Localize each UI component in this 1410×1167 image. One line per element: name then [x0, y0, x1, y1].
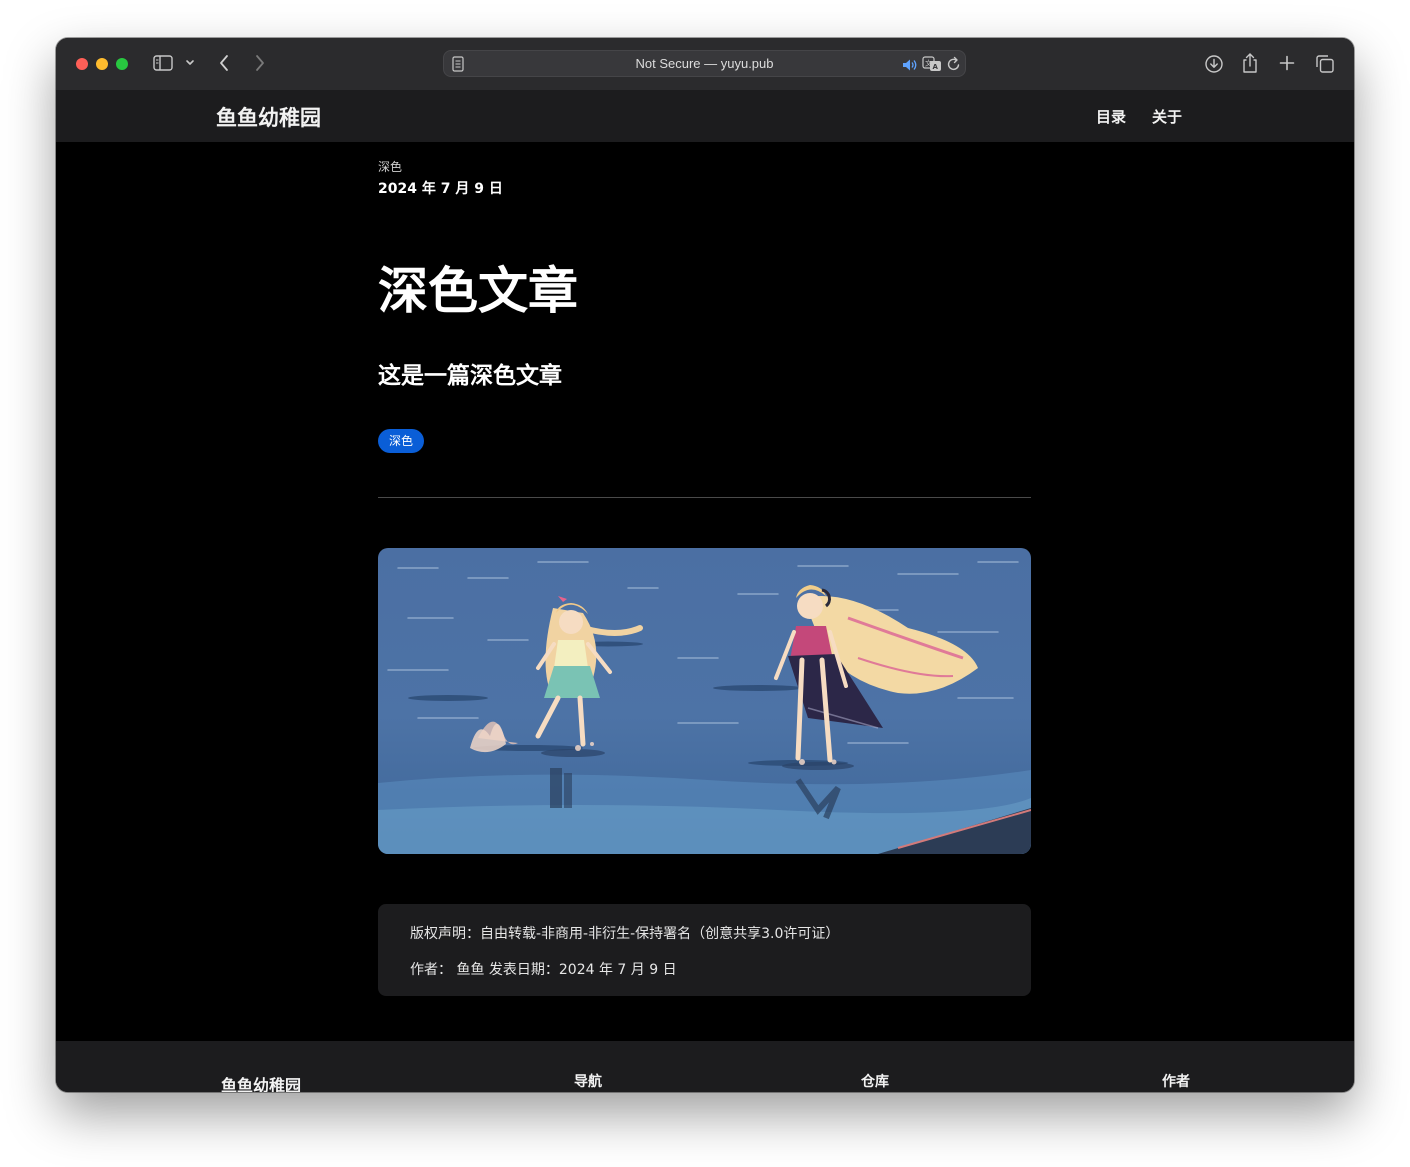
site-title[interactable]: 鱼鱼幼稚园 — [216, 102, 321, 132]
address-bar[interactable]: Not Secure — yuyu.pub 文A — [443, 50, 966, 77]
hero-image — [378, 548, 1031, 854]
chevron-down-icon[interactable] — [185, 59, 195, 67]
svg-text:A: A — [933, 63, 939, 71]
footer-brand[interactable]: 鱼鱼幼稚园 — [221, 1072, 301, 1092]
browser-toolbar: Not Secure — yuyu.pub 文A — [56, 38, 1354, 91]
address-text[interactable]: Not Secure — yuyu.pub — [444, 51, 965, 76]
copyright-card: 版权声明：自由转载-非商用-非衍生-保持署名（创意共享3.0许可证） 作者： 鱼… — [378, 904, 1031, 996]
post-category[interactable]: 深色 — [378, 158, 402, 175]
download-icon[interactable] — [1204, 54, 1224, 74]
tag-badge[interactable]: 深色 — [378, 429, 425, 453]
sidebar-icon[interactable] — [153, 55, 173, 71]
zoom-window-button[interactable] — [116, 58, 128, 70]
share-icon[interactable] — [1241, 52, 1259, 74]
close-window-button[interactable] — [76, 58, 88, 70]
plus-icon[interactable] — [1279, 55, 1295, 71]
footer-author-heading: 作者 — [1162, 1074, 1190, 1090]
forward-arrow-icon[interactable] — [254, 54, 266, 72]
reload-icon[interactable] — [947, 56, 961, 76]
minimize-window-button[interactable] — [96, 58, 108, 70]
author-date-text: 作者： 鱼鱼 发表日期：2024 年 7 月 9 日 — [410, 962, 677, 978]
back-arrow-icon[interactable] — [218, 54, 230, 72]
footer-nav-heading: 导航 — [574, 1074, 602, 1090]
post-title: 深色文章 — [378, 262, 578, 320]
tabs-icon[interactable] — [1315, 54, 1335, 74]
browser-window: Not Secure — yuyu.pub 文A 鱼鱼幼稚园 目录 关于 深色 … — [56, 38, 1354, 1092]
nav-about-link[interactable]: 关于 — [1152, 106, 1182, 127]
site-footer: 鱼鱼幼稚园 导航 仓库 作者 — [56, 1041, 1354, 1092]
divider — [378, 497, 1031, 498]
nav-catalog-link[interactable]: 目录 — [1096, 106, 1126, 127]
translate-icon[interactable]: 文A — [922, 56, 942, 76]
speaker-icon[interactable] — [902, 57, 918, 76]
svg-text:文: 文 — [925, 59, 932, 68]
post-subtitle: 这是一篇深色文章 — [378, 363, 562, 389]
site-header: 鱼鱼幼稚园 目录 关于 — [56, 90, 1354, 142]
license-text: 版权声明：自由转载-非商用-非衍生-保持署名（创意共享3.0许可证） — [410, 926, 840, 942]
post-date: 2024 年 7 月 9 日 — [378, 181, 503, 197]
footer-repo-heading: 仓库 — [861, 1074, 889, 1090]
